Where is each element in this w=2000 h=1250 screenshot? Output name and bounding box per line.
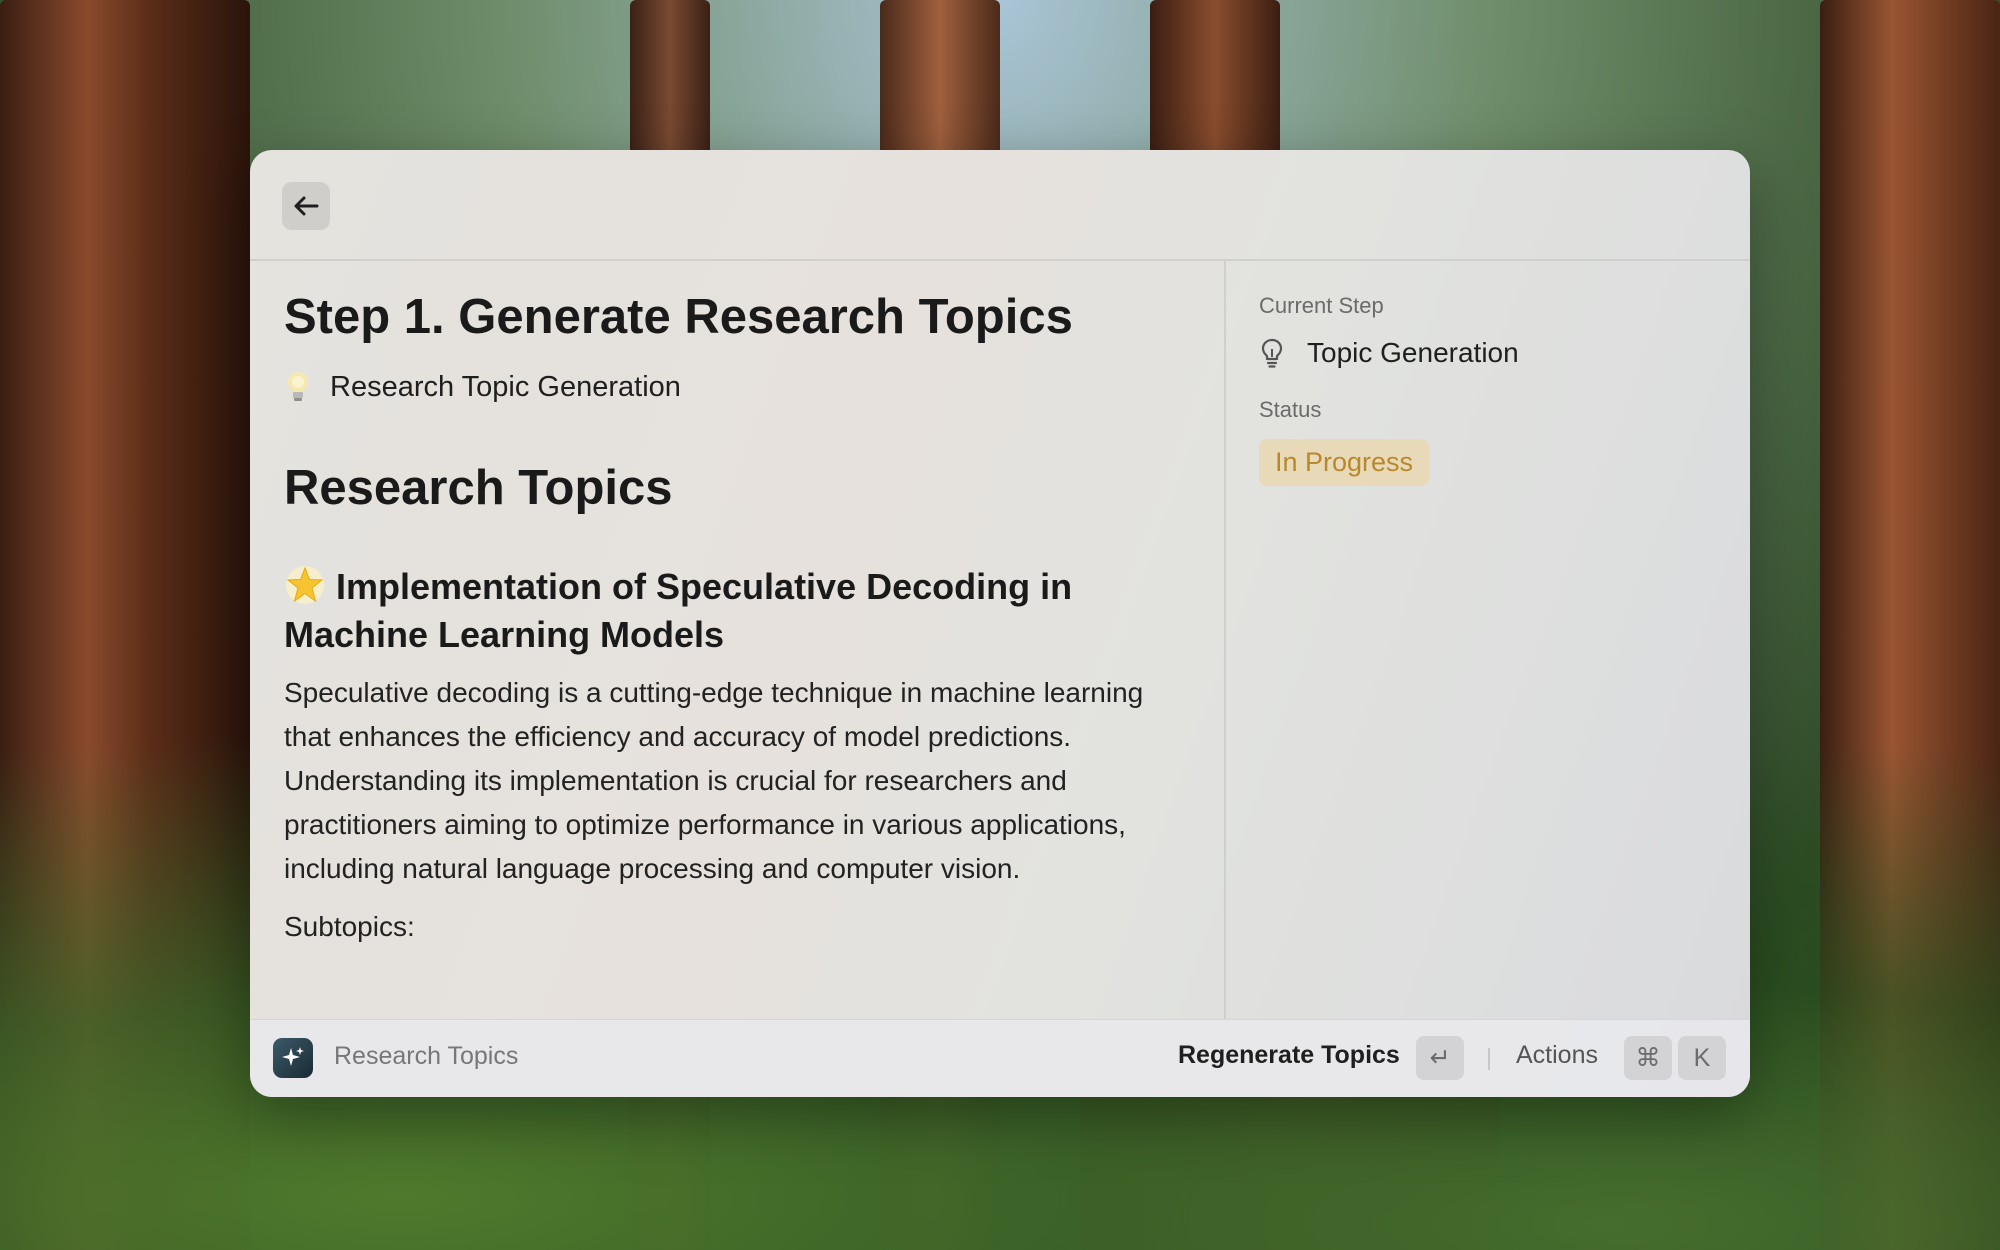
arrow-left-icon bbox=[294, 196, 319, 216]
current-step-value: Topic Generation bbox=[1307, 337, 1519, 368]
enter-key-hint: ↵ bbox=[1416, 1036, 1464, 1080]
metadata-panel: Current Step Topic Generation Status In … bbox=[1226, 261, 1750, 1019]
top-bar bbox=[250, 150, 1750, 261]
topic-title-text: Implementation of Speculative Decoding i… bbox=[284, 566, 1073, 655]
lightbulb-outline-icon bbox=[1261, 338, 1283, 368]
step-subtitle-label: Research Topic Generation bbox=[330, 370, 681, 403]
command-key-hint: ⌘ bbox=[1624, 1036, 1672, 1080]
status-label: Status bbox=[1259, 397, 1322, 422]
current-step-label: Current Step bbox=[1259, 293, 1384, 318]
action-bar: Research Topics Regenerate Topics ↵ Acti… bbox=[250, 1019, 1750, 1097]
page-title: Step 1. Generate Research Topics bbox=[284, 290, 1073, 344]
k-key-hint: K bbox=[1678, 1036, 1726, 1080]
topic-description: Speculative decoding is a cutting-edge t… bbox=[284, 677, 1144, 884]
app-icon bbox=[273, 1038, 313, 1078]
lightbulb-icon bbox=[284, 370, 312, 404]
current-step: Topic Generation bbox=[1259, 333, 1717, 373]
action-separator bbox=[1488, 1048, 1490, 1070]
step-subtitle: Research Topic Generation bbox=[284, 367, 1190, 407]
topic-title: Implementation of Speculative Decoding i… bbox=[284, 563, 1190, 659]
detail-content: Step 1. Generate Research Topics Researc… bbox=[250, 261, 1224, 1019]
app-window: Step 1. Generate Research Topics Researc… bbox=[250, 150, 1750, 1097]
glowing-star-icon bbox=[284, 565, 326, 605]
actions-button[interactable]: Actions bbox=[1516, 1041, 1598, 1070]
regenerate-topics-button[interactable]: Regenerate Topics bbox=[1178, 1041, 1400, 1070]
action-bar-title: Research Topics bbox=[334, 1042, 519, 1070]
status-badge: In Progress bbox=[1259, 439, 1430, 486]
sparkles-icon bbox=[282, 1047, 304, 1066]
subtopics-label: Subtopics: bbox=[284, 911, 415, 942]
back-button[interactable] bbox=[282, 182, 330, 230]
section-title: Research Topics bbox=[284, 461, 673, 515]
